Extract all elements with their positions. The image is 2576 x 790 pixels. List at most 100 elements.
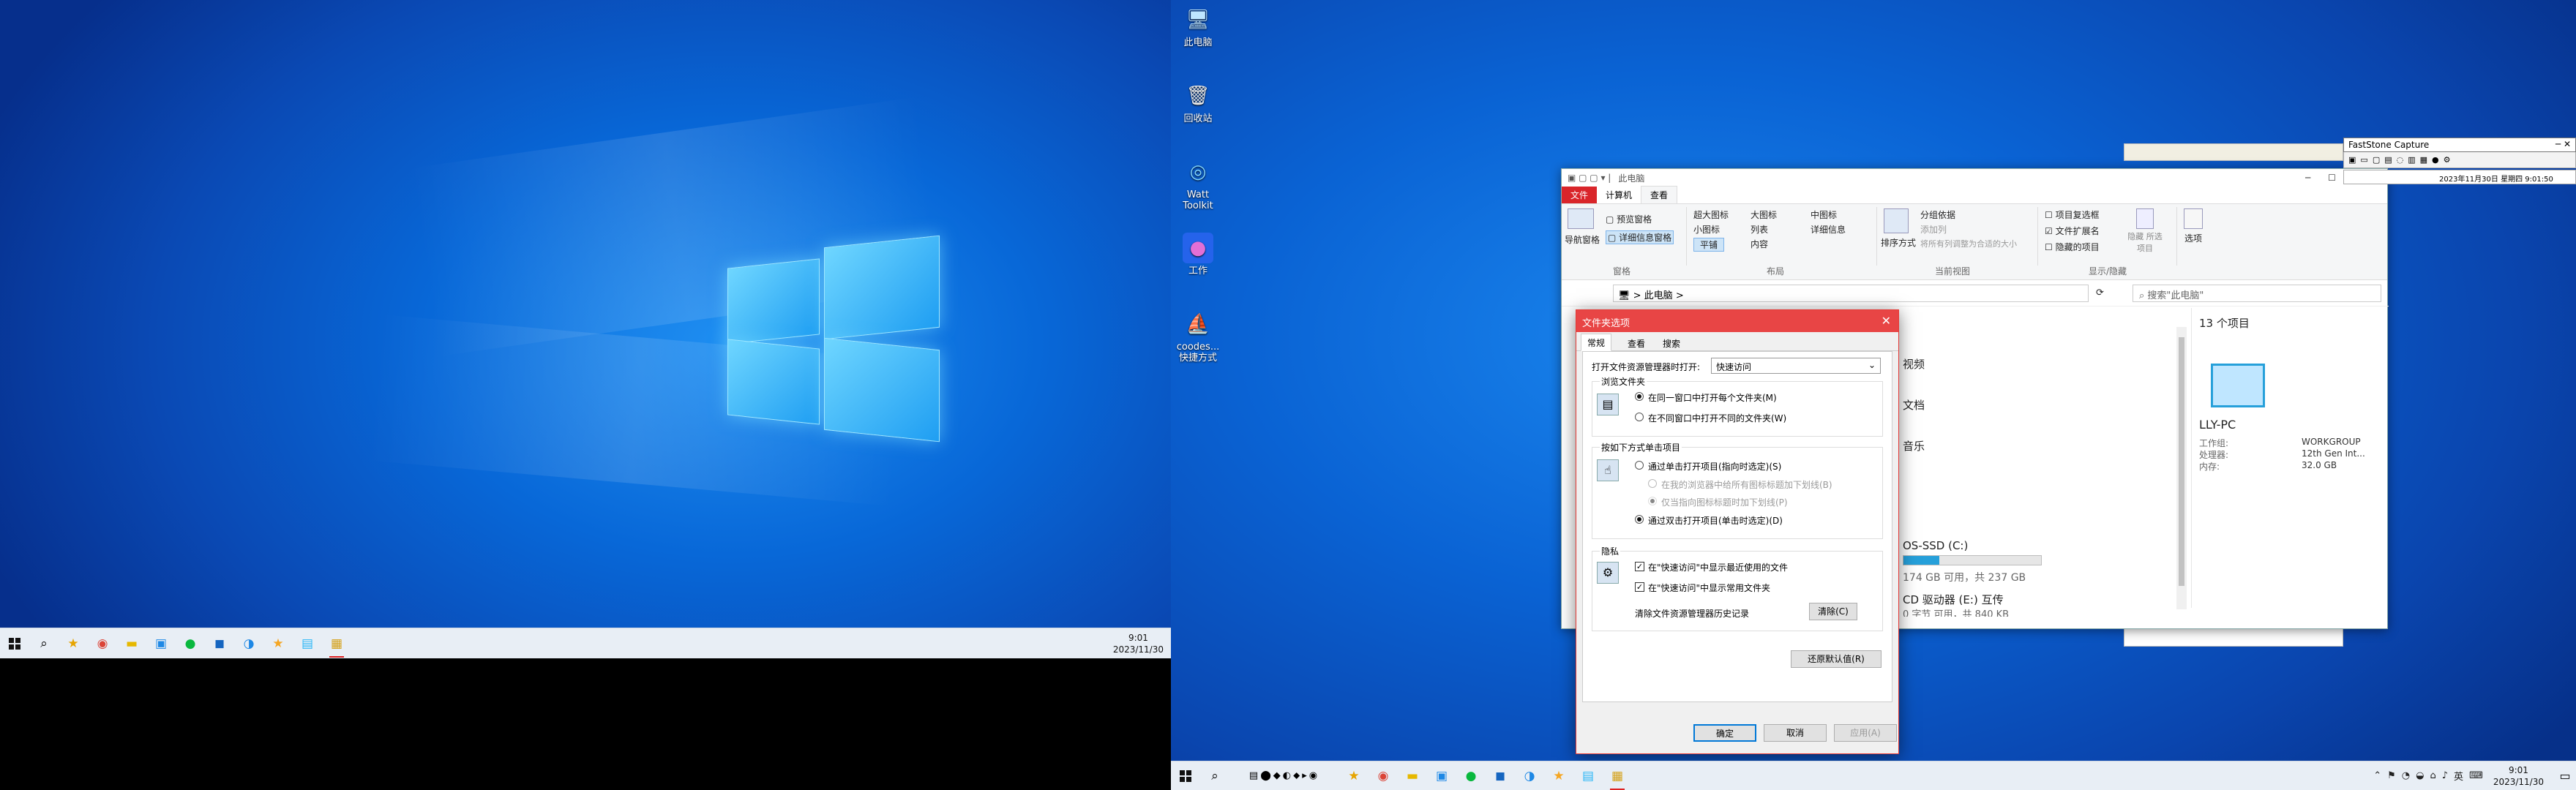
radio-single-click[interactable]	[1635, 461, 1644, 470]
view-xl-icons[interactable]: 超大图标	[1693, 208, 1729, 221]
notification-icon[interactable]: ▭	[2554, 769, 2576, 783]
start-button[interactable]	[1171, 761, 1200, 790]
preview-pane-button[interactable]: ▢ 预览窗格	[1606, 213, 1652, 225]
capture-full-icon[interactable]: ▤	[2384, 155, 2392, 165]
drive-c-name[interactable]: OS-SSD (C:)	[1903, 539, 1968, 552]
tab-search[interactable]: 搜索	[1657, 335, 1686, 352]
quick-access-toolbar[interactable]: ▣ ▢ ▢ ▾ |	[1568, 173, 1611, 183]
view-large-icons[interactable]: 大图标	[1751, 208, 1777, 221]
apply-button[interactable]: 应用(A)	[1834, 724, 1897, 742]
capture-object-icon[interactable]: ▭	[2360, 155, 2367, 165]
checkbox-recent-files[interactable]: ✓	[1635, 562, 1644, 571]
view-list[interactable]: 列表	[1751, 223, 1768, 236]
keyboard-icon[interactable]: ⌨	[2469, 770, 2483, 781]
folder-videos[interactable]: 视频	[1903, 356, 1925, 372]
explorer-icon[interactable]: ▣	[146, 629, 176, 658]
sort-button[interactable]: 排序方式	[1881, 236, 1916, 249]
app-icon[interactable]: ★	[59, 629, 88, 658]
options-button[interactable]: 选项	[2184, 208, 2203, 244]
radio-same-window[interactable]	[1635, 392, 1644, 401]
search-input[interactable]: ⌕ 搜索"此电脑"	[2133, 285, 2381, 302]
background-window[interactable]	[2124, 626, 2343, 647]
wechat-icon[interactable]: ●	[1456, 761, 1486, 790]
app-icon[interactable]: ▤	[1573, 761, 1603, 790]
folder-icon[interactable]: ▬	[1398, 761, 1427, 790]
desktop-icon-shortcut[interactable]: ⛵ coodes... 快捷方式	[1172, 309, 1224, 364]
app-icon[interactable]: ▤	[293, 629, 322, 658]
explorer-icon[interactable]: ▣	[1427, 761, 1456, 790]
item-checkboxes-toggle[interactable]: ☐ 项目复选框	[2045, 208, 2100, 221]
volume-icon[interactable]: ♪	[2442, 770, 2448, 781]
app-icon[interactable]: ◑	[1515, 761, 1544, 790]
capture-rect-icon[interactable]: ▢	[2373, 155, 2380, 165]
capture-scroll-icon[interactable]: ▥	[2408, 155, 2415, 165]
desktop-icon-recycle-bin[interactable]: 🗑 回收站	[1172, 80, 1224, 125]
start-button[interactable]	[0, 629, 29, 658]
details-pane-button[interactable]: ▢ 详细信息窗格	[1606, 230, 1674, 244]
app-icon[interactable]: ★	[263, 629, 293, 658]
drive-e-name[interactable]: CD 驱动器 (E:) 互传	[1903, 592, 2004, 607]
search-icon[interactable]: ⌕	[29, 629, 59, 658]
hidden-items-toggle[interactable]: ☐ 隐藏的项目	[2045, 241, 2100, 253]
clear-button[interactable]: 清除(C)	[1809, 603, 1857, 620]
capture-freehand-icon[interactable]: ◌	[2397, 155, 2404, 165]
add-columns-button[interactable]: 添加列	[1920, 223, 1947, 236]
view-small-icons[interactable]: 小图标	[1693, 223, 1720, 236]
clock[interactable]: 9:01 2023/11/30	[2493, 764, 2544, 788]
ime-indicator[interactable]: 英	[2454, 769, 2463, 783]
tab-view[interactable]: 查看	[1641, 186, 1678, 203]
folder-icon[interactable]: ▬	[117, 629, 146, 658]
radio-label[interactable]: 在同一窗口中打开每个文件夹(M)	[1648, 391, 1777, 404]
radio-new-window[interactable]	[1635, 413, 1644, 421]
checkbox-frequent-folders[interactable]: ✓	[1635, 582, 1644, 592]
desktop-icon-watt-toolkit[interactable]: ◎ Watt Toolkit	[1172, 157, 1224, 212]
radio-underline-hover[interactable]	[1648, 497, 1657, 505]
quick-launch-icons[interactable]: ▤⬤◆◐⬥▸◉	[1229, 761, 1339, 790]
folder-documents[interactable]: 文档	[1903, 397, 1925, 413]
refresh-icon[interactable]: ⟳	[2096, 287, 2104, 298]
open-explorer-select[interactable]: 快速访问 ⌄	[1711, 358, 1881, 374]
scrollbar-thumb[interactable]	[2179, 337, 2184, 586]
view-tiles[interactable]: 平铺	[1693, 238, 1725, 252]
group-by-button[interactable]: 分组依据	[1920, 208, 1955, 221]
network-icon[interactable]: ⌂	[2430, 770, 2435, 781]
radio-label[interactable]: 仅当指向图标标题时加下划线(P)	[1661, 496, 1788, 508]
restore-defaults-button[interactable]: 还原默认值(R)	[1791, 650, 1882, 668]
tab-view[interactable]: 查看	[1622, 335, 1651, 352]
app-icon[interactable]: ★	[1544, 761, 1573, 790]
radio-label[interactable]: 通过单击打开项目(指向时选定)(S)	[1648, 460, 1781, 473]
clock[interactable]: 9:01 2023/11/30	[1113, 632, 1164, 655]
radio-label[interactable]: 在不同窗口中打开不同的文件夹(W)	[1648, 412, 1786, 424]
tray-app-icon[interactable]: ◔	[2402, 770, 2410, 781]
search-icon[interactable]: ⌕	[1200, 761, 1229, 790]
desktop-icon-this-pc[interactable]: 🖥 此电脑	[1172, 4, 1224, 49]
scrollbar[interactable]	[2176, 327, 2187, 609]
address-bar[interactable]: 🖥 > 此电脑 >	[1613, 285, 2089, 302]
nav-pane-button[interactable]: 导航窗格	[1565, 233, 1600, 246]
chrome-icon[interactable]: ◉	[1368, 761, 1398, 790]
app-icon[interactable]: ◼	[1486, 761, 1515, 790]
file-extensions-toggle[interactable]: ☑ 文件扩展名	[2045, 225, 2100, 237]
view-content[interactable]: 内容	[1751, 238, 1768, 250]
nav-pane-icon[interactable]	[1568, 208, 1594, 229]
tray-app-icon[interactable]: ◒	[2416, 770, 2424, 781]
folder-options-task-icon[interactable]: ▦	[1603, 761, 1632, 790]
capture-fixed-icon[interactable]: ▦	[2420, 155, 2427, 165]
checkbox-label[interactable]: 在"快速访问"中显示常用文件夹	[1648, 582, 1770, 594]
radio-label[interactable]: 在我的浏览器中给所有图标标题加下划线(B)	[1661, 478, 1832, 491]
faststone-titlebar[interactable]: FastStone Capture ─ ✕	[2343, 138, 2576, 152]
capture-window-icon[interactable]: ▣	[2348, 155, 2356, 165]
desktop-icon-work[interactable]: ● 工作	[1172, 233, 1224, 276]
radio-label[interactable]: 通过双击打开项目(单击时选定)(D)	[1648, 514, 1783, 527]
radio-double-click[interactable]	[1635, 515, 1644, 524]
app-icon[interactable]: ◼	[205, 629, 234, 658]
view-medium-icons[interactable]: 中图标	[1811, 208, 1837, 221]
view-details[interactable]: 详细信息	[1811, 223, 1846, 236]
hide-selected-button[interactable]: 隐藏 所选项目	[2125, 208, 2165, 254]
close-icon[interactable]: ✕	[1882, 314, 1891, 328]
folder-music[interactable]: 音乐	[1903, 438, 1925, 454]
app-icon[interactable]: ★	[1339, 761, 1368, 790]
tray-overflow-icon[interactable]: ⌃	[2373, 770, 2381, 781]
explorer-titlebar[interactable]: ▣ ▢ ▢ ▾ | 此电脑 ─☐✕	[1562, 169, 2387, 187]
record-icon[interactable]: ●	[2432, 155, 2439, 165]
